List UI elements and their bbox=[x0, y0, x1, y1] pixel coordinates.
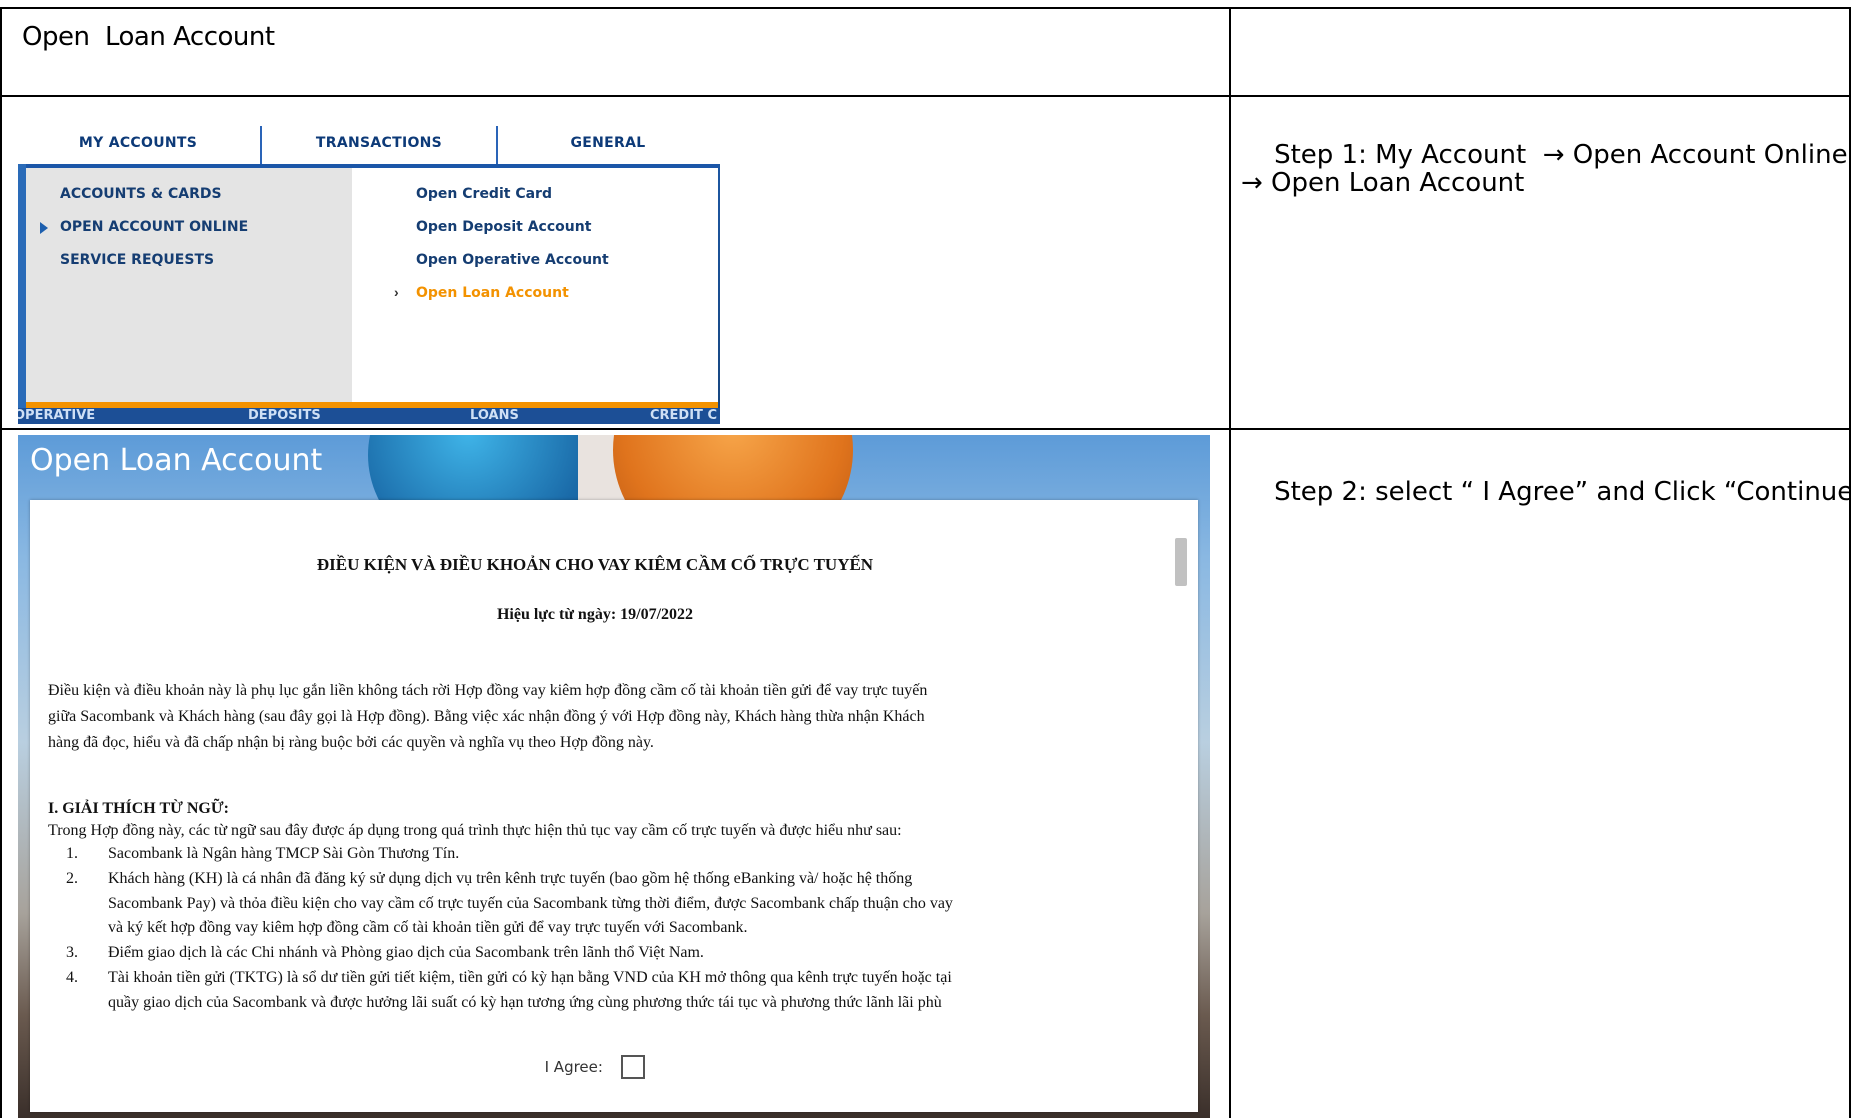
table-row-divider-2 bbox=[0, 428, 1851, 430]
menu-item-accounts-cards[interactable]: ACCOUNTS & CARDS bbox=[60, 186, 222, 202]
submenu-open-deposit-account[interactable]: Open Deposit Account bbox=[416, 219, 591, 235]
subnav-deposits[interactable]: DEPOSITS bbox=[248, 408, 321, 423]
loan-screenshot: Open Loan Account ĐIỀU KIỆN VÀ ĐIỀU KHOẢ… bbox=[18, 435, 1210, 1118]
step2-label: Step 2 bbox=[1274, 477, 1359, 507]
list-number: 3. bbox=[66, 944, 78, 961]
list-number: 2. bbox=[66, 870, 78, 887]
terms-effective-date: Hiệu lực từ ngày: 19/07/2022 bbox=[496, 606, 694, 623]
terms-heading: ĐIỀU KIỆN VÀ ĐIỀU KHOẢN CHO VAY KIÊM CẦM… bbox=[316, 555, 874, 574]
dropdown-panel: ACCOUNTS & CARDS OPEN ACCOUNT ONLINE SER… bbox=[26, 164, 718, 406]
menu-screenshot: MY ACCOUNTS TRANSACTIONS GENERAL ACCOUNT… bbox=[18, 120, 720, 424]
section-1-intro: Trong Hợp đồng này, các từ ngữ sau đây đ… bbox=[48, 822, 902, 839]
background-edge bbox=[18, 164, 26, 408]
sub-nav-strip: OPERATIVE DEPOSITS LOANS CREDIT C bbox=[18, 408, 720, 424]
list-text: Sacombank là Ngân hàng TMCP Sài Gòn Thươ… bbox=[108, 845, 460, 862]
menu-item-service-requests[interactable]: SERVICE REQUESTS bbox=[60, 252, 214, 268]
submenu-open-operative-account[interactable]: Open Operative Account bbox=[416, 252, 609, 268]
subnav-credit[interactable]: CREDIT C bbox=[650, 408, 717, 423]
table-row-divider-1 bbox=[0, 95, 1851, 97]
table-column-divider bbox=[1229, 7, 1231, 1118]
selected-arrow-icon bbox=[40, 222, 48, 234]
terms-card: ĐIỀU KIỆN VÀ ĐIỀU KHOẢN CHO VAY KIÊM CẦM… bbox=[30, 500, 1198, 1112]
step1-instruction-line2: → Open Loan Account bbox=[1241, 168, 1525, 198]
list-number: 4. bbox=[66, 969, 78, 986]
list-item: 4. Tài khoản tiền gửi (TKTG) là sổ dư ti… bbox=[66, 966, 1156, 1015]
intro-line: hàng đã đọc, hiểu và đã chấp nhận bị ràn… bbox=[48, 734, 654, 751]
step1-label: Step 1 bbox=[1274, 140, 1359, 170]
tab-my-accounts[interactable]: MY ACCOUNTS bbox=[18, 120, 258, 164]
main-nav-tabs: MY ACCOUNTS TRANSACTIONS GENERAL bbox=[18, 120, 720, 164]
scrollbar-thumb[interactable] bbox=[1175, 538, 1187, 586]
list-item: 3. Điểm giao dịch là các Chi nhánh và Ph… bbox=[66, 941, 1156, 966]
list-text: Điểm giao dịch là các Chi nhánh và Phòng… bbox=[108, 944, 704, 961]
section-1-title: I. GIẢI THÍCH TỪ NGỮ: bbox=[48, 800, 229, 817]
list-item: 1. Sacombank là Ngân hàng TMCP Sài Gòn T… bbox=[66, 842, 1156, 867]
menu-item-open-account-online[interactable]: OPEN ACCOUNT ONLINE bbox=[60, 219, 248, 235]
agree-row: I Agree: bbox=[30, 1055, 1160, 1079]
list-number: 1. bbox=[66, 845, 78, 862]
step2-instruction: Step 2: select “ I Agree” and Click “Con… bbox=[1241, 447, 1851, 537]
table-border-left bbox=[0, 7, 2, 1118]
terms-intro: Điều kiện và điều khoản này là phụ lục g… bbox=[48, 678, 1148, 756]
submenu-open-credit-card[interactable]: Open Credit Card bbox=[416, 186, 552, 202]
step2-text: : select “ I Agree” and Click “Continue” bbox=[1358, 477, 1851, 507]
section-title: Open Loan Account bbox=[22, 22, 275, 52]
instruction-table: Open Loan Account Step 1: My Account → O… bbox=[0, 0, 1851, 1118]
list-text: quầy giao dịch của Sacombank và được hưở… bbox=[108, 993, 942, 1011]
loan-page-title: Open Loan Account bbox=[30, 443, 323, 478]
agree-checkbox[interactable] bbox=[621, 1055, 646, 1079]
subnav-operative[interactable]: OPERATIVE bbox=[18, 408, 95, 423]
terms-scroll-area[interactable]: ĐIỀU KIỆN VÀ ĐIỀU KHOẢN CHO VAY KIÊM CẦM… bbox=[30, 500, 1160, 1025]
list-text: Khách hàng (KH) là cá nhân đã đăng ký sử… bbox=[108, 870, 913, 887]
list-item: 2. Khách hàng (KH) là cá nhân đã đăng ký… bbox=[66, 867, 1156, 941]
step1-text: : My Account → Open Account Online bbox=[1358, 140, 1848, 170]
agree-label: I Agree: bbox=[544, 1058, 603, 1076]
chevron-right-icon: › bbox=[394, 284, 399, 300]
list-text: Sacombank Pay) và thỏa điều kiện cho vay… bbox=[108, 894, 953, 912]
list-text: và ký kết hợp đồng vay kiêm hợp đồng cầm… bbox=[108, 919, 748, 936]
dropdown-left-column: ACCOUNTS & CARDS OPEN ACCOUNT ONLINE SER… bbox=[26, 168, 352, 406]
intro-line: giữa Sacombank và Khách hàng (sau đây gọ… bbox=[48, 708, 925, 725]
submenu-open-loan-account[interactable]: Open Loan Account bbox=[416, 285, 569, 301]
tab-general[interactable]: GENERAL bbox=[498, 120, 718, 164]
subnav-loans[interactable]: LOANS bbox=[470, 408, 519, 423]
table-border-top bbox=[0, 7, 1851, 9]
list-text: Tài khoản tiền gửi (TKTG) là sổ dư tiền … bbox=[108, 969, 952, 986]
intro-line: Điều kiện và điều khoản này là phụ lục g… bbox=[48, 682, 928, 699]
tab-transactions[interactable]: TRANSACTIONS bbox=[262, 120, 496, 164]
